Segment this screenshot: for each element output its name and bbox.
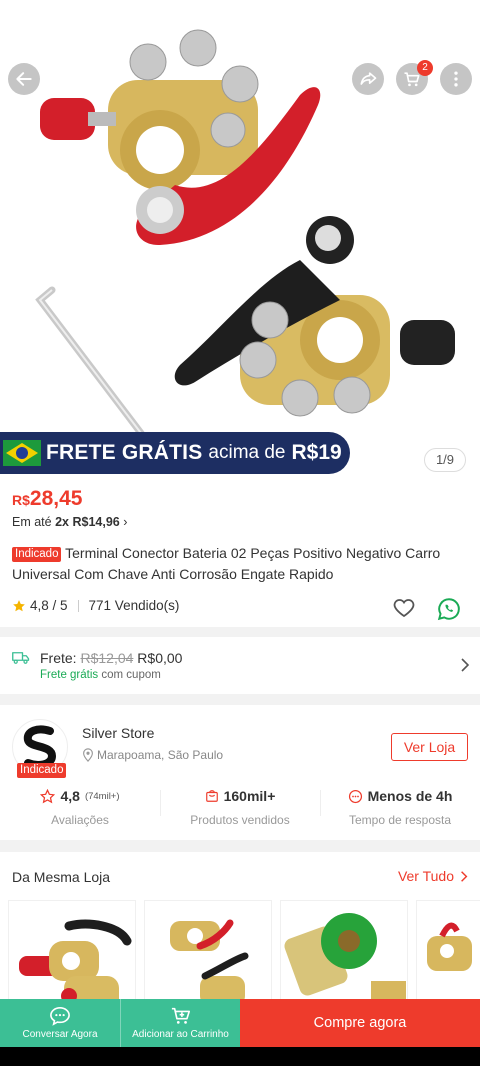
star-outline-icon <box>40 788 56 803</box>
stat-products-label: Produtos vendidos <box>190 813 290 827</box>
more-button[interactable] <box>440 63 472 95</box>
divider <box>77 599 79 612</box>
stat-products-sold: 160mil+ Produtos vendidos <box>160 788 320 832</box>
same-store-products <box>8 900 480 1002</box>
whatsapp-share-button[interactable] <box>436 596 462 627</box>
add-to-cart-button[interactable]: Adicionar ao Carrinho <box>120 999 240 1047</box>
price-section: R$28,45 Em até 2x R$14,96 › Indicado Ter… <box>0 480 480 627</box>
heart-icon <box>393 599 415 618</box>
shipping-label: Frete: <box>40 650 77 666</box>
chat-now-button[interactable]: Conversar Agora <box>0 999 120 1047</box>
free-shipping-text: Frete grátis <box>40 669 99 681</box>
see-all-link[interactable]: Ver Tudo <box>398 868 468 884</box>
recommended-tag: Indicado <box>12 547 62 562</box>
sold-count: 771 Vendido(s) <box>88 598 180 613</box>
same-store-section: Da Mesma Loja Ver Tudo <box>0 852 480 1002</box>
product-thumbnail-image <box>427 922 472 971</box>
shipping-cost: Frete: R$12,04 R$0,00 <box>40 650 182 666</box>
product-thumbnail[interactable] <box>280 900 408 1002</box>
shipping-old-price: R$12,04 <box>80 650 134 666</box>
product-title: Indicado Terminal Conector Bateria 02 Pe… <box>12 543 470 585</box>
store-section: Indicado Silver Store Marapoama, São Pau… <box>0 705 480 840</box>
shipping-new-price: R$0,00 <box>137 650 183 666</box>
product-title-text: Terminal Conector Bateria 02 Peças Posit… <box>12 545 441 582</box>
product-price: R$28,45 <box>12 487 82 511</box>
add-to-cart-label: Adicionar ao Carrinho <box>132 1029 229 1040</box>
store-location: Marapoama, São Paulo <box>82 748 223 762</box>
chevron-right-icon: › <box>123 515 128 529</box>
chat-dots-icon <box>348 789 362 803</box>
product-image-gallery[interactable]: 2 FRETE GRÁTIS acima de R$19 1/9 <box>0 0 480 480</box>
brazil-flag-icon <box>0 432 44 474</box>
cart-badge: 2 <box>417 60 433 76</box>
buy-now-button[interactable]: Compre agora <box>240 999 480 1047</box>
truck-icon <box>12 652 30 664</box>
product-thumbnail[interactable] <box>416 900 480 1002</box>
price-value: 28,45 <box>29 487 83 510</box>
chevron-right-icon <box>461 870 468 882</box>
product-thumbnail[interactable] <box>144 900 272 1002</box>
stat-ratings-extra: (74mil+) <box>84 790 120 802</box>
chevron-right-icon <box>461 658 470 672</box>
arrow-left-icon <box>16 72 32 86</box>
stat-ratings-value: 4,8 <box>60 788 80 804</box>
visit-store-button[interactable]: Ver Loja <box>391 733 468 761</box>
system-navigation-bar <box>0 1047 480 1066</box>
installment-prefix: Em até <box>12 515 52 529</box>
stat-ratings-label: Avaliações <box>51 813 109 827</box>
shipping-note: Frete grátis com cupom <box>40 669 161 681</box>
free-shipping-banner: FRETE GRÁTIS acima de R$19 <box>0 432 350 474</box>
store-location-text: Marapoama, São Paulo <box>97 748 224 762</box>
more-vertical-icon <box>454 71 458 87</box>
product-thumbnail-image <box>19 919 132 1002</box>
shipping-row[interactable]: Frete: R$12,04 R$0,00 Frete grátis com c… <box>0 637 480 694</box>
back-button[interactable] <box>8 63 40 95</box>
product-thumbnail-image <box>170 919 249 1002</box>
stat-response-label: Tempo de resposta <box>348 813 452 827</box>
location-pin-icon <box>83 748 93 762</box>
store-name[interactable]: Silver Store <box>82 725 154 741</box>
cart-button[interactable]: 2 <box>396 60 433 95</box>
share-button[interactable] <box>352 63 384 95</box>
rating-row: 4,8 / 5 771 Vendido(s) <box>12 598 179 613</box>
installment-value: 2x R$14,96 <box>55 515 120 529</box>
chat-icon <box>50 1006 70 1026</box>
price-currency: R$ <box>12 492 30 508</box>
share-icon <box>360 72 377 85</box>
stat-ratings: 4,8 (74mil+) Avaliações <box>0 788 160 832</box>
star-icon <box>13 599 25 611</box>
favorite-button[interactable] <box>392 596 416 625</box>
whatsapp-icon <box>437 598 460 621</box>
stat-response-time: Menos de 4h Tempo de resposta <box>320 788 480 832</box>
bag-icon <box>205 790 218 802</box>
store-stats: 4,8 (74mil+) Avaliações 160mil+ Produtos… <box>0 788 480 832</box>
installment-info[interactable]: Em até 2x R$14,96 › <box>12 515 127 529</box>
chat-now-label: Conversar Agora <box>22 1029 98 1040</box>
see-all-label: Ver Tudo <box>397 868 454 884</box>
banner-main-text: FRETE GRÁTIS <box>46 441 203 464</box>
store-recommended-tag: Indicado <box>17 763 67 778</box>
add-to-cart-icon <box>171 1007 190 1024</box>
image-counter: 1/9 <box>424 448 466 472</box>
rating-value: 4,8 / 5 <box>30 598 68 613</box>
banner-sub-text: acima de <box>208 442 286 463</box>
banner-amount: R$19 <box>291 441 342 464</box>
product-thumbnail[interactable] <box>8 900 136 1002</box>
bottom-action-bar: Conversar Agora Adicionar ao Carrinho Co… <box>0 999 480 1047</box>
stat-products-value: 160mil+ <box>223 788 276 804</box>
coupon-text: com cupom <box>101 669 161 681</box>
product-thumbnail-image <box>284 913 406 1002</box>
same-store-heading: Da Mesma Loja <box>12 869 111 885</box>
stat-response-value: Menos de 4h <box>367 788 453 804</box>
